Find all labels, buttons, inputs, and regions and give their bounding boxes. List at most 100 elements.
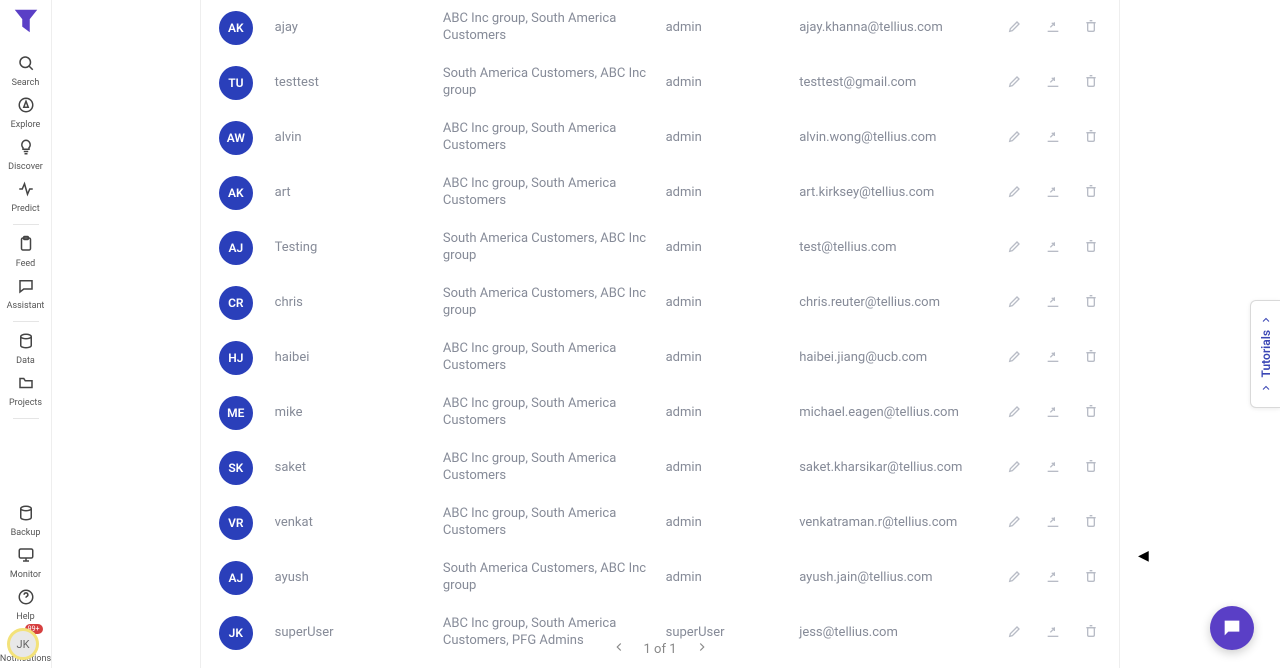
share-button[interactable] [1045,238,1061,258]
database-icon [17,332,35,354]
delete-button[interactable] [1083,293,1099,313]
sidebar: SearchExploreDiscoverPredict FeedAssista… [0,0,52,668]
delete-button[interactable] [1083,183,1099,203]
current-user-avatar[interactable]: JK [7,628,39,660]
user-email: michael.eagen@tellius.com [799,405,1007,420]
delete-button[interactable] [1083,403,1099,423]
edit-button[interactable] [1007,238,1023,258]
share-button[interactable] [1045,73,1061,93]
monitor-icon [17,546,35,568]
help-icon [17,588,35,610]
share-button[interactable] [1045,513,1061,533]
user-role: superUser [666,625,800,640]
table-row: AKajayABC Inc group, South America Custo… [201,0,1119,55]
nav-separator [13,321,39,322]
user-avatar: SK [219,451,253,485]
user-email: venkatraman.r@tellius.com [799,515,1007,530]
user-role: admin [666,20,800,35]
nav-discover[interactable]: Discover [1,134,51,176]
nav-feed[interactable]: Feed [1,231,51,273]
user-email: art.kirksey@tellius.com [799,185,1007,200]
nav-label: Projects [9,398,42,408]
user-groups: South America Customers, ABC Inc group [443,231,666,264]
user-avatar: TU [219,66,253,100]
delete-button[interactable] [1083,73,1099,93]
share-button[interactable] [1045,348,1061,368]
nav-separator [13,418,39,419]
user-name: mike [275,405,443,420]
share-button[interactable] [1045,403,1061,423]
user-avatar: VR [219,506,253,540]
table-row: AJTestingSouth America Customers, ABC In… [201,220,1119,275]
delete-button[interactable] [1083,568,1099,588]
nav-explore[interactable]: Explore [1,92,51,134]
delete-button[interactable] [1083,348,1099,368]
nav-search[interactable]: Search [1,50,51,92]
user-name: superUser [275,625,443,640]
next-page-button[interactable] [695,640,709,658]
edit-button[interactable] [1007,293,1023,313]
table-row: AKartABC Inc group, South America Custom… [201,165,1119,220]
row-actions [1007,128,1109,148]
user-groups: ABC Inc group, South America Customers [443,451,666,484]
tutorials-tab[interactable]: Tutorials [1250,300,1280,408]
nav-monitor[interactable]: Monitor [1,542,51,584]
edit-button[interactable] [1007,348,1023,368]
table-row: SKsaketABC Inc group, South America Cust… [201,440,1119,495]
edit-button[interactable] [1007,403,1023,423]
user-name: ajay [275,20,443,35]
share-button[interactable] [1045,128,1061,148]
search-icon [17,54,35,76]
user-name: ayush [275,570,443,585]
row-actions [1007,183,1109,203]
share-button[interactable] [1045,458,1061,478]
nav-predict[interactable]: Predict [1,176,51,218]
user-groups: ABC Inc group, South America Customers [443,396,666,429]
delete-button[interactable] [1083,513,1099,533]
nav-help[interactable]: Help [1,584,51,626]
nav-label: Backup [11,528,41,538]
nav-label: Monitor [10,570,41,580]
chat-launcher[interactable] [1210,606,1254,650]
share-button[interactable] [1045,183,1061,203]
app-logo [11,6,41,36]
clipboard-icon [17,235,35,257]
delete-button[interactable] [1083,128,1099,148]
edit-button[interactable] [1007,128,1023,148]
edit-button[interactable] [1007,458,1023,478]
nav-assistant[interactable]: Assistant [1,273,51,315]
delete-button[interactable] [1083,238,1099,258]
nav-backup[interactable]: Backup [1,500,51,542]
chat-icon [17,277,35,299]
user-role: admin [666,460,800,475]
row-actions [1007,238,1109,258]
delete-button[interactable] [1083,458,1099,478]
users-table: AKajayABC Inc group, South America Custo… [200,0,1120,668]
user-groups: ABC Inc group, South America Customers [443,11,666,44]
bulb-icon [17,138,35,160]
edit-button[interactable] [1007,73,1023,93]
chevron-up-icon [1260,314,1272,326]
edit-button[interactable] [1007,183,1023,203]
chevron-up-icon [1260,382,1272,394]
user-email: alvin.wong@tellius.com [799,130,1007,145]
user-role: admin [666,240,800,255]
user-name: chris [275,295,443,310]
edit-button[interactable] [1007,513,1023,533]
edit-button[interactable] [1007,568,1023,588]
table-row: TUtesttestSouth America Customers, ABC I… [201,55,1119,110]
row-actions [1007,568,1109,588]
user-email: chris.reuter@tellius.com [799,295,1007,310]
share-button[interactable] [1045,568,1061,588]
row-actions [1007,348,1109,368]
nav-label: Data [16,356,35,366]
edit-button[interactable] [1007,18,1023,38]
nav-data[interactable]: Data [1,328,51,370]
delete-button[interactable] [1083,18,1099,38]
share-button[interactable] [1045,293,1061,313]
user-groups: ABC Inc group, South America Customers [443,341,666,374]
prev-page-button[interactable] [612,640,626,658]
nav-projects[interactable]: Projects [1,370,51,412]
user-avatar: CR [219,286,253,320]
share-button[interactable] [1045,18,1061,38]
